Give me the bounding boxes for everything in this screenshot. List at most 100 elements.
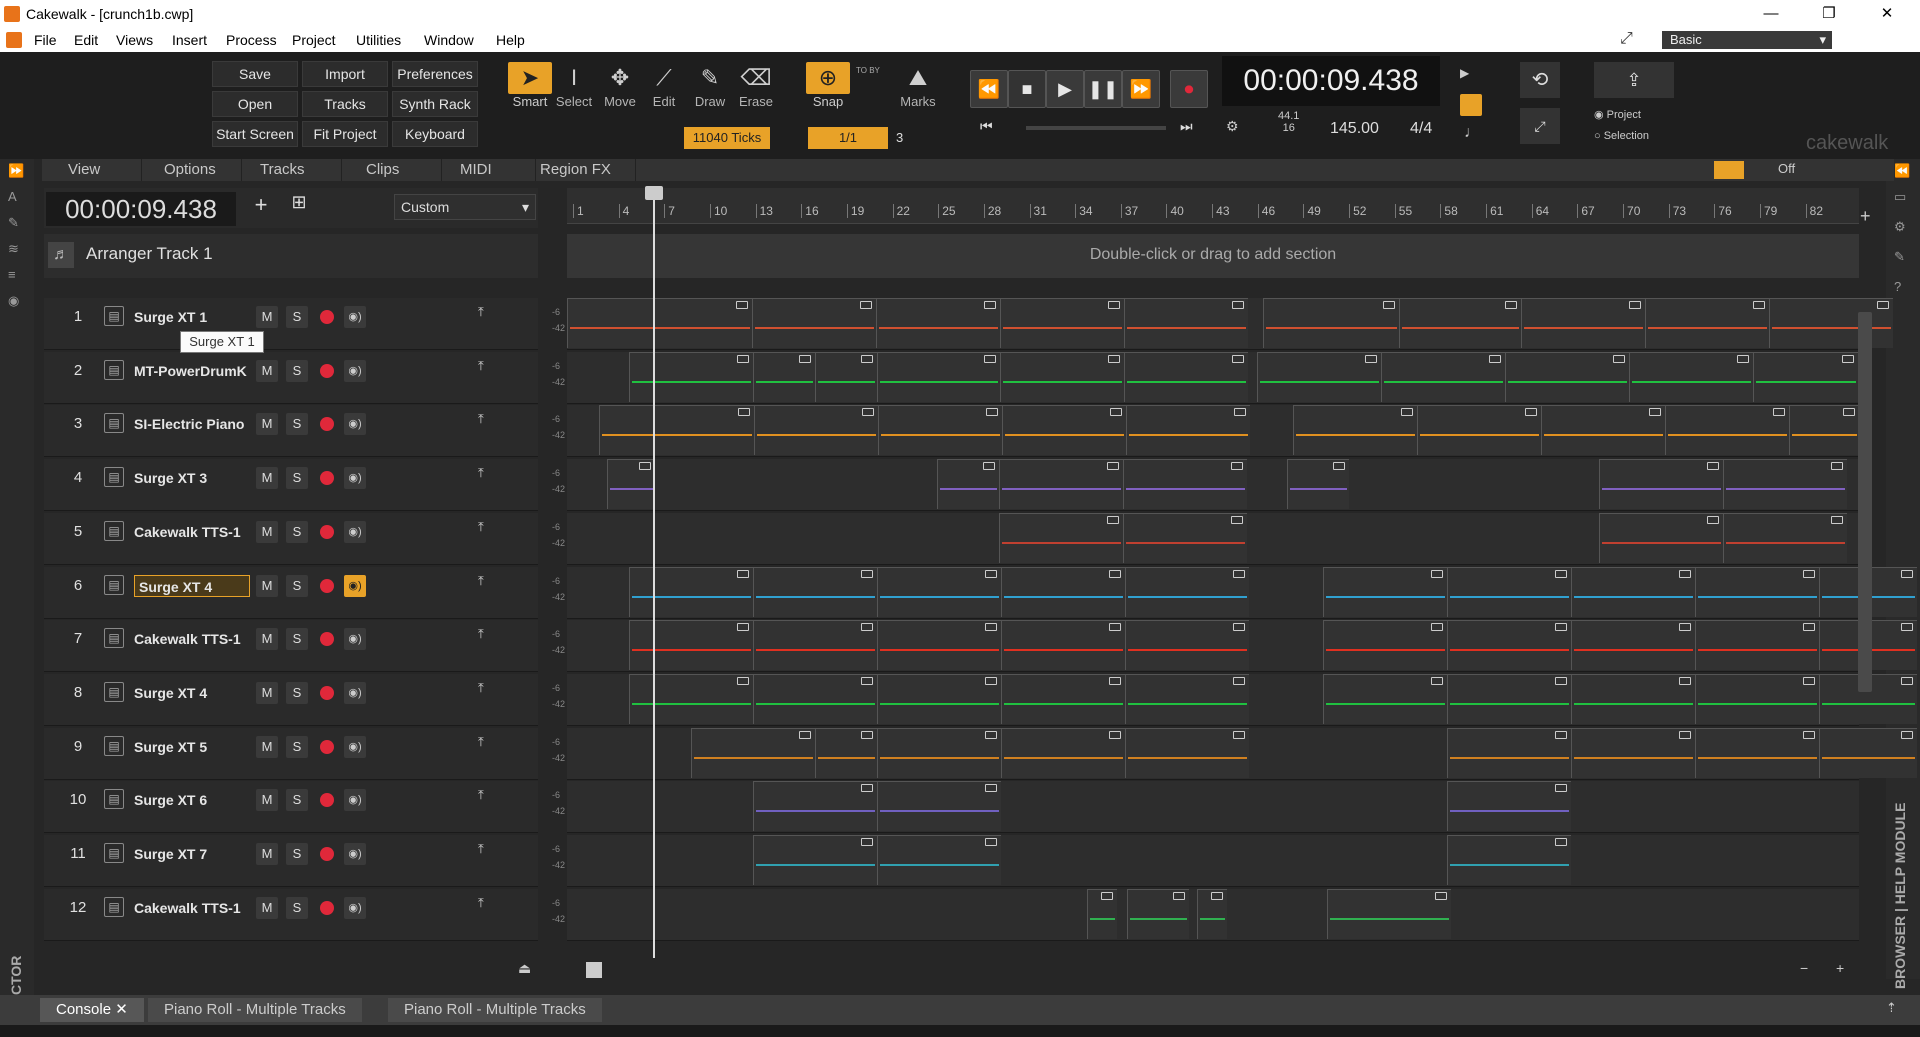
snap-number[interactable]: 3 xyxy=(896,130,903,145)
clip-menu-icon[interactable] xyxy=(1555,838,1567,846)
midi-clip[interactable] xyxy=(1521,298,1645,348)
stop-button[interactable]: ■ xyxy=(1008,70,1046,108)
solo-button[interactable]: S xyxy=(286,574,308,597)
timeline-ruler[interactable]: 1 4 7 10 13 16 19 22 25 28 31 34 37 40 43 46 49 52 55 58 61 6… xyxy=(567,188,1859,224)
inspector-knob-icon[interactable]: ◉ xyxy=(8,293,19,309)
smart-tool[interactable]: ➤ Smart xyxy=(508,62,552,122)
clip-menu-icon[interactable] xyxy=(861,676,873,685)
clip-menu-icon[interactable] xyxy=(1707,515,1719,524)
midi-clip[interactable] xyxy=(1695,566,1819,617)
clip-menu-icon[interactable] xyxy=(1109,569,1121,578)
clip-menu-icon[interactable] xyxy=(861,569,873,578)
midi-clip[interactable] xyxy=(1819,727,1917,778)
instrument-icon[interactable]: ▤ xyxy=(104,735,124,756)
midi-clip[interactable] xyxy=(1000,298,1124,348)
clip-menu-icon[interactable] xyxy=(1877,301,1889,309)
track-name[interactable]: Surge XT 1 xyxy=(134,306,250,328)
clip-lane[interactable] xyxy=(567,351,1859,404)
midi-clip[interactable] xyxy=(877,566,1001,617)
track-name[interactable]: Surge XT 3 xyxy=(134,467,250,489)
clip-menu-icon[interactable] xyxy=(1173,891,1185,900)
instrument-icon[interactable]: ▤ xyxy=(104,359,124,380)
clip-menu-icon[interactable] xyxy=(1901,623,1913,632)
track-name[interactable]: Cakewalk TTS-1 xyxy=(134,628,250,650)
midi-clip[interactable] xyxy=(1125,620,1249,671)
midi-clip[interactable] xyxy=(877,673,1001,724)
midi-clip[interactable] xyxy=(1293,405,1417,456)
clip-menu-icon[interactable] xyxy=(1107,515,1119,524)
arranger-lane[interactable]: Double-click or drag to add section xyxy=(567,234,1859,278)
inspector-audio-icon[interactable]: ≋ xyxy=(8,241,19,257)
track-collapse-icon[interactable]: ⤒ xyxy=(478,734,484,750)
midi-clip[interactable] xyxy=(1723,459,1847,510)
midi-clip[interactable] xyxy=(629,620,753,671)
clip-menu-icon[interactable] xyxy=(985,784,997,793)
clip-menu-icon[interactable] xyxy=(1555,730,1567,739)
clip-lane[interactable] xyxy=(567,566,1917,619)
fit-project-button[interactable]: Fit Project xyxy=(302,121,388,147)
track-row[interactable]: 2 ▤ MT-PowerDrumK M S ◉) ⤒ -6 -42 xyxy=(44,351,565,404)
clip-menu-icon[interactable] xyxy=(985,623,997,632)
track-collapse-icon[interactable]: ⤒ xyxy=(478,626,484,642)
midi-clip[interactable] xyxy=(1087,888,1117,939)
clip-menu-icon[interactable] xyxy=(861,838,873,846)
track-name[interactable]: Surge XT 5 xyxy=(134,736,250,758)
position-slider[interactable] xyxy=(1026,126,1166,130)
duplicate-track-icon[interactable]: ⊞ xyxy=(286,192,312,222)
vertical-scrollbar[interactable] xyxy=(1858,312,1872,692)
clip-menu-icon[interactable] xyxy=(1753,301,1765,309)
midi-clip[interactable] xyxy=(1323,566,1447,617)
open-button[interactable]: Open xyxy=(212,91,298,117)
fx-state[interactable]: Off xyxy=(1778,161,1795,176)
clip-menu-icon[interactable] xyxy=(1431,569,1443,578)
tab-console[interactable]: Console ✕ xyxy=(40,998,144,1022)
tab-piano-roll-1[interactable]: Piano Roll - Multiple Tracks xyxy=(148,998,362,1022)
clip-menu-icon[interactable] xyxy=(1211,891,1223,900)
midi-clip[interactable] xyxy=(937,459,999,510)
midi-clip[interactable] xyxy=(754,405,878,456)
clip-menu-icon[interactable] xyxy=(1737,354,1749,363)
record-button[interactable]: ⏺ xyxy=(1170,70,1208,108)
midi-clip[interactable] xyxy=(753,351,815,402)
browser-notes-icon[interactable]: ✎ xyxy=(1894,249,1905,265)
midi-clip[interactable] xyxy=(1381,351,1505,402)
save-button[interactable]: Save xyxy=(212,61,298,87)
add-ruler-icon[interactable]: + xyxy=(1860,206,1871,227)
clip-menu-icon[interactable] xyxy=(861,623,873,632)
clip-menu-icon[interactable] xyxy=(1233,569,1245,578)
preferences-button[interactable]: Preferences xyxy=(392,61,478,87)
track-row[interactable]: 10 ▤ Surge XT 6 M S ◉) ⤒ -6 -42 xyxy=(44,781,565,834)
clip-menu-icon[interactable] xyxy=(1555,623,1567,632)
input-echo-icon[interactable]: ◉) xyxy=(344,520,366,543)
input-echo-icon[interactable]: ◉) xyxy=(344,413,366,436)
clip-menu-icon[interactable] xyxy=(1231,515,1243,524)
midi-clip[interactable] xyxy=(1447,620,1571,671)
clip-menu-icon[interactable] xyxy=(738,408,750,417)
midi-clip[interactable] xyxy=(1127,888,1189,939)
track-collapse-icon[interactable]: ⤒ xyxy=(478,304,484,320)
midi-clip[interactable] xyxy=(1599,459,1723,510)
clip-menu-icon[interactable] xyxy=(1109,676,1121,685)
track-row[interactable]: 3 ▤ SI-Electric Piano M S ◉) ⤒ -6 -42 xyxy=(44,405,565,458)
menu-app-icon[interactable] xyxy=(6,32,22,48)
track-view-preset-select[interactable]: Custom ▾ xyxy=(394,194,536,220)
mute-button[interactable]: M xyxy=(256,413,278,436)
fast-forward-button[interactable]: ⏩ xyxy=(1122,70,1160,108)
midi-clip[interactable] xyxy=(753,620,877,671)
clip-lane[interactable] xyxy=(567,405,1859,458)
clip-menu-icon[interactable] xyxy=(984,354,996,363)
midi-clip[interactable] xyxy=(1645,298,1769,348)
clip-menu-icon[interactable] xyxy=(1649,408,1661,417)
mute-button[interactable]: M xyxy=(256,735,278,758)
clip-menu-icon[interactable] xyxy=(1831,515,1843,524)
clip-menu-icon[interactable] xyxy=(1613,354,1625,363)
midi-clip[interactable] xyxy=(1723,512,1847,563)
record-arm-button[interactable] xyxy=(320,739,334,754)
clip-menu-icon[interactable] xyxy=(1234,408,1246,417)
track-collapse-icon[interactable]: ⤒ xyxy=(478,519,484,535)
start-screen-button[interactable]: Start Screen xyxy=(212,121,298,147)
input-echo-icon[interactable]: ◉) xyxy=(344,735,366,758)
clip-lane[interactable] xyxy=(567,673,1917,726)
midi-clip[interactable] xyxy=(1571,620,1695,671)
track-collapse-icon[interactable]: ⤒ xyxy=(478,787,484,803)
